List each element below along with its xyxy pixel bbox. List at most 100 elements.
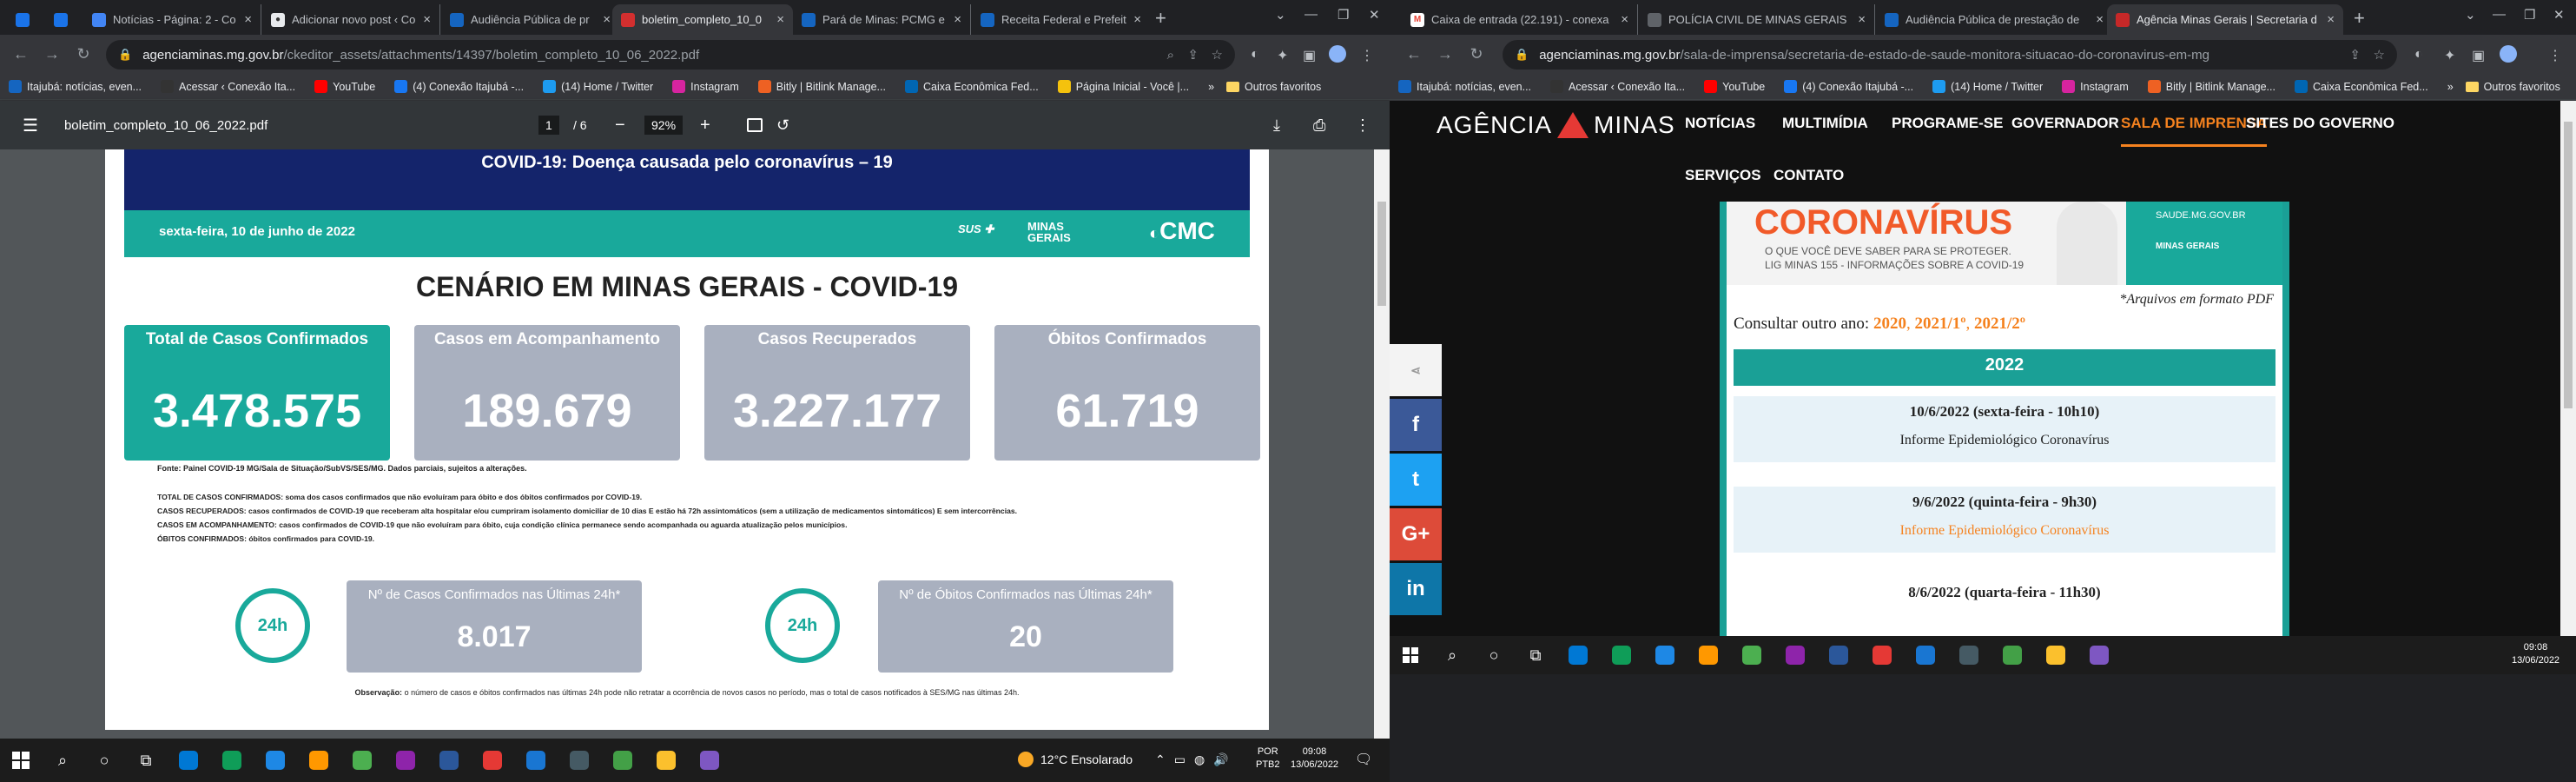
taskbar-app-icon[interactable] <box>514 739 558 782</box>
tab-receita-federal[interactable]: Receita Federal e Prefeit × <box>972 4 1150 35</box>
cortana-icon[interactable]: ○ <box>1473 636 1515 674</box>
star-icon[interactable]: ☆ <box>2374 47 2385 63</box>
taskbar-app-icon[interactable] <box>1556 633 1600 677</box>
agencia-minas-logo[interactable]: AGÊNCIA MINAS <box>1437 111 1675 139</box>
forward-button[interactable]: → <box>36 45 68 63</box>
tab-audiencia-right[interactable]: Audiência Pública de prestação de × <box>1876 4 2112 35</box>
tab-pinned-1[interactable] <box>7 4 40 35</box>
tab-gmail[interactable]: M Caixa de entrada (22.191) - conexa × <box>1402 4 1638 35</box>
year-link-2021-2[interactable]: 2021/2º <box>1974 315 2025 333</box>
share-icon[interactable]: ⋖ <box>1390 344 1442 396</box>
bookmark-item[interactable]: Itajubá: notícias, even... <box>9 80 142 93</box>
page-scrollbar[interactable] <box>2560 101 2576 636</box>
taskbar-app-icon[interactable] <box>1817 633 1860 677</box>
language-indicator[interactable]: POR PTB2 <box>1256 746 1280 772</box>
tab-para-de-minas[interactable]: Pará de Minas: PCMG e × <box>793 4 971 35</box>
linkedin-icon[interactable]: in <box>1390 563 1442 615</box>
menu-icon[interactable]: ⋮ <box>2548 47 2562 64</box>
tab-audiencia[interactable]: Audiência Pública de pr × <box>441 4 619 35</box>
close-icon[interactable]: × <box>603 12 611 27</box>
share-icon[interactable]: ⇪ <box>1187 47 1199 63</box>
nav-item[interactable]: SERVIÇOS <box>1685 167 1761 184</box>
close-icon[interactable]: × <box>2327 12 2335 27</box>
nav-item[interactable]: NOTÍCIAS <box>1685 115 1755 132</box>
bookmark-item[interactable]: (4) Conexão Itajubá -... <box>1784 80 1913 93</box>
avatar[interactable] <box>2500 45 2517 63</box>
pdf-scrollbar[interactable] <box>1374 149 1390 739</box>
taskbar-app-icon[interactable] <box>1600 633 1643 677</box>
puzzle-icon[interactable]: ✦ <box>2444 47 2455 64</box>
taskbar-app-icon[interactable] <box>1773 633 1817 677</box>
extension-icon[interactable]: ◐ <box>1251 47 1259 63</box>
taskbar-app-icon[interactable] <box>167 739 210 782</box>
bookmark-item[interactable]: Instagram <box>672 80 739 93</box>
new-tab-button[interactable]: + <box>2354 7 2365 30</box>
bookmark-item[interactable]: Acessar ‹ Conexão Ita... <box>1550 80 1685 93</box>
notification-icon[interactable]: 🗨 <box>1355 751 1372 768</box>
year-link-2021-1[interactable]: 2021/1º <box>1914 315 1965 333</box>
close-icon[interactable]: × <box>776 12 784 27</box>
bookmark-item[interactable]: (14) Home / Twitter <box>543 80 653 93</box>
taskbar-app-icon[interactable] <box>1947 633 1991 677</box>
share-icon[interactable]: ⇪ <box>2349 47 2361 63</box>
sidepanel-icon[interactable]: ▣ <box>1303 47 1316 64</box>
clock[interactable]: 09:08 13/06/2022 <box>2512 641 2559 667</box>
taskbar-app-icon[interactable] <box>1730 633 1773 677</box>
close-window-button[interactable]: ✕ <box>1369 7 1380 23</box>
tab-boletim-active[interactable]: boletim_completo_10_0 × <box>612 4 793 35</box>
taskbar-app-icon[interactable] <box>1904 633 1947 677</box>
windows-start-button[interactable] <box>0 739 42 782</box>
puzzle-icon[interactable]: ✦ <box>1277 47 1288 64</box>
tab-policia-civil[interactable]: POLÍCIA CIVIL DE MINAS GERAIS × <box>1639 4 1875 35</box>
scrollbar-thumb[interactable] <box>1377 202 1386 306</box>
close-icon[interactable]: × <box>2096 12 2104 27</box>
minimize-button[interactable]: — <box>1305 7 1318 22</box>
taskbar-app-icon[interactable] <box>601 739 644 782</box>
restore-button[interactable]: ❐ <box>2524 7 2535 23</box>
close-icon[interactable]: × <box>954 12 961 27</box>
taskbar-app-icon[interactable] <box>1643 633 1687 677</box>
search-icon[interactable]: ⌕ <box>1167 48 1174 63</box>
search-icon[interactable]: ⌕ <box>1431 636 1473 674</box>
tab-adicionar-post[interactable]: ● Adicionar novo post ‹ Co × <box>262 4 440 35</box>
taskbar-app-icon[interactable] <box>644 739 688 782</box>
taskbar-app-icon[interactable] <box>384 739 427 782</box>
page-number-input[interactable]: 1 <box>538 116 559 135</box>
task-view-icon[interactable]: ⧉ <box>125 739 167 782</box>
close-icon[interactable]: × <box>1858 12 1866 27</box>
google-plus-icon[interactable]: G+ <box>1390 508 1442 560</box>
sidepanel-icon[interactable]: ▣ <box>2472 47 2485 64</box>
system-tray-icons[interactable]: ⌃▭◍🔊 <box>1155 752 1238 767</box>
nav-item[interactable]: GOVERNADOR <box>2011 115 2119 132</box>
taskbar-app-icon[interactable] <box>340 739 384 782</box>
bookmark-item[interactable]: (14) Home / Twitter <box>1932 80 2043 93</box>
bulletin-link[interactable]: Informe Epidemiológico Coronavírus <box>1734 433 2275 448</box>
zoom-in-button[interactable]: + <box>700 116 710 136</box>
zoom-out-button[interactable]: − <box>615 116 625 136</box>
taskbar-app-icon[interactable] <box>1860 633 1904 677</box>
nav-item[interactable]: PROGRAME-SE <box>1892 115 2003 132</box>
taskbar-app-icon[interactable] <box>471 739 514 782</box>
bookmark-item[interactable]: YouTube <box>1704 80 1765 93</box>
search-icon[interactable]: ⌕ <box>42 739 83 782</box>
task-view-icon[interactable]: ⧉ <box>1515 636 1556 674</box>
taskbar-app-icon[interactable] <box>2034 633 2077 677</box>
star-icon[interactable]: ☆ <box>1212 47 1223 63</box>
taskbar-app-icon[interactable] <box>1991 633 2034 677</box>
twitter-icon[interactable]: t <box>1390 454 1442 506</box>
taskbar-app-icon[interactable] <box>558 739 601 782</box>
tab-search-icon[interactable]: ⌄ <box>1275 7 1286 23</box>
bulletin-link[interactable]: Informe Epidemiológico Coronavírus <box>1734 523 2275 539</box>
rotate-icon[interactable]: ↺ <box>776 116 789 135</box>
tab-pinned-2[interactable] <box>45 4 78 35</box>
tab-agencia-minas-active[interactable]: Agência Minas Gerais | Secretaria d × <box>2107 4 2343 35</box>
clock[interactable]: 09:08 13/06/2022 <box>1291 746 1338 772</box>
taskbar-app-icon[interactable] <box>297 739 340 782</box>
tab-search-icon[interactable]: ⌄ <box>2465 7 2476 23</box>
more-options-icon[interactable]: ⋮ <box>1355 116 1371 135</box>
address-bar[interactable]: 🔒 agenciaminas.mg.gov.br/ckeditor_assets… <box>106 40 1235 70</box>
bookmark-item[interactable]: Acessar ‹ Conexão Ita... <box>161 80 295 93</box>
menu-icon[interactable]: ⋮ <box>1360 47 1374 64</box>
taskbar-app-icon[interactable] <box>2077 633 2121 677</box>
taskbar-app-icon[interactable] <box>210 739 254 782</box>
